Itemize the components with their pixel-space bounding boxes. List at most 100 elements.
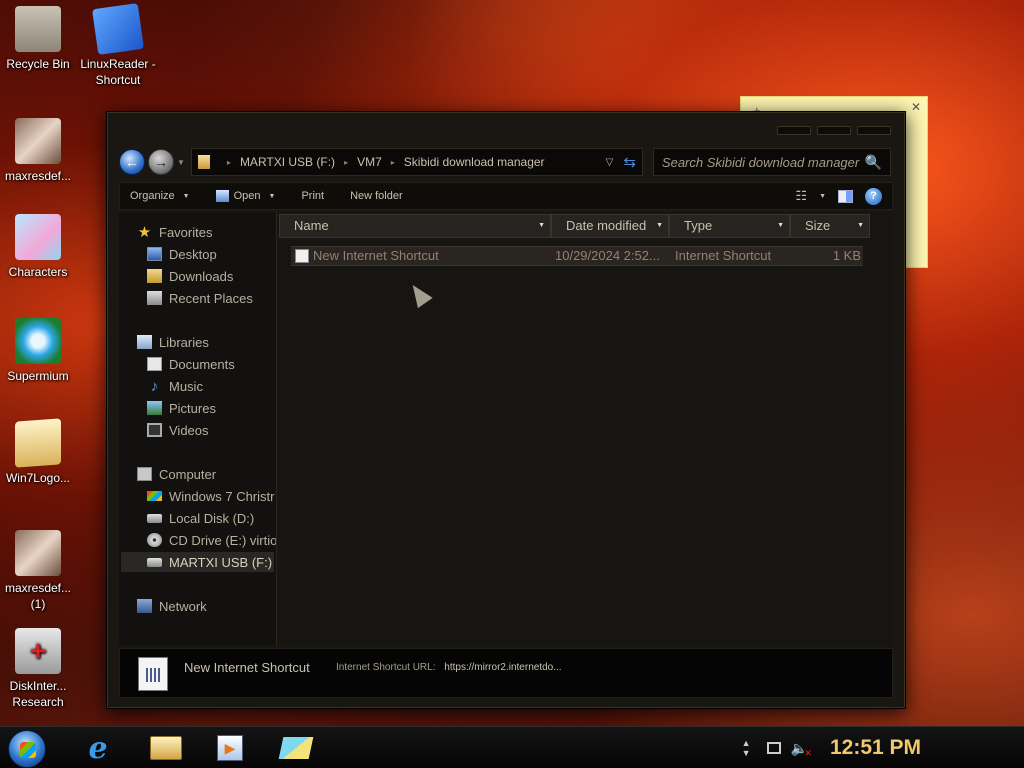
recent-pages-dropdown[interactable]: ▼ [177,158,185,167]
chevron-down-icon: ▼ [182,192,190,200]
close-button[interactable] [857,126,891,135]
column-name[interactable]: Name ▼ [279,214,551,238]
app-icon [278,737,314,759]
nav-network[interactable]: Network [137,596,207,616]
desktop-icon-label: maxresdef... [4,169,72,183]
nav-documents[interactable]: Documents [147,354,235,374]
linuxreader-icon [92,3,144,55]
file-name: New Internet Shortcut [313,248,439,263]
back-button[interactable]: ← [119,149,145,175]
nav-videos[interactable]: Videos [147,420,209,440]
column-label: Type [684,218,713,233]
nav-drive-c[interactable]: Windows 7 Christr [147,486,274,506]
desktop-icon-maxresdefault-1[interactable]: maxresdef... (1) [0,530,76,612]
search-icon[interactable]: 🔍 [864,154,881,171]
nav-computer[interactable]: Computer [137,464,216,484]
nav-label: Pictures [169,400,216,416]
nav-recent-places[interactable]: Recent Places [147,288,253,308]
new-folder-button[interactable]: New folder [350,190,403,202]
file-list-pane[interactable]: Name ▼ Date modified ▼ Type ▼ Size ▼ New… [277,212,893,646]
chevron-down-icon[interactable]: ▼ [538,215,545,237]
image-file-icon [15,214,61,260]
nav-label: Network [159,598,207,614]
desktop-icon-characters[interactable]: Characters [0,214,76,280]
details-pane: New Internet Shortcut Internet Shortcut … [119,648,893,698]
desktop-icon-label: DiskInter... Research [9,679,67,709]
search-input[interactable]: Search Skibidi download manager [662,155,865,170]
documents-icon [147,357,162,371]
pinned-app-button[interactable] [272,731,320,765]
column-label: Date modified [566,218,647,233]
file-row[interactable]: New Internet Shortcut 10/29/2024 2:52...… [291,246,863,266]
nav-favorites[interactable]: ★ Favorites [137,222,213,242]
column-size[interactable]: Size ▼ [790,214,870,238]
chevron-right-icon[interactable]: ▸ [227,158,231,167]
nav-label: Windows 7 Christr [169,488,275,504]
details-url-value[interactable]: https://mirror2.internetdo... [444,662,561,673]
nav-libraries[interactable]: Libraries [137,332,209,352]
details-url-label: Internet Shortcut URL: [336,662,436,673]
system-drive-icon [147,491,162,501]
address-bar[interactable]: ▸ MARTXI USB (F:) ▸ VM7 ▸ Skibidi downlo… [190,148,643,176]
breadcrumb-current[interactable]: Skibidi download manager [404,155,545,169]
refresh-icon[interactable]: ⇆ [623,153,636,171]
forward-button[interactable]: → [148,149,174,175]
internet-explorer-icon: e [88,730,108,766]
windows-explorer-button[interactable] [142,731,190,765]
preview-pane-icon[interactable] [838,189,853,203]
nav-drive-f[interactable]: MARTXI USB (F:) [121,552,274,572]
network-status-icon[interactable] [766,742,781,754]
desktop-icon-recycle-bin[interactable]: Recycle Bin [0,6,76,72]
column-date-modified[interactable]: Date modified ▼ [551,214,669,238]
nav-downloads[interactable]: Downloads [147,266,233,286]
network-icon [137,599,152,613]
print-label: Print [301,190,325,202]
nav-desktop[interactable]: Desktop [147,244,217,264]
print-button[interactable]: Print [301,190,324,202]
change-view-icon[interactable]: ☷ [795,188,807,204]
nav-label: Favorites [159,224,213,240]
folder-icon [150,736,182,760]
chevron-down-icon[interactable]: ▼ [656,215,663,237]
chevron-down-icon[interactable]: ▼ [777,215,784,237]
chevron-right-icon[interactable]: ▸ [344,158,348,167]
minimize-button[interactable] [777,126,811,135]
help-icon[interactable]: ? [865,187,882,205]
chevron-right-icon[interactable]: ▸ [391,158,395,167]
chevron-down-icon[interactable]: ▼ [857,215,864,237]
organize-button[interactable]: Organize ▼ [130,190,190,202]
nav-pictures[interactable]: Pictures [147,398,216,418]
address-history-dropdown[interactable]: ▽ [606,157,614,168]
internet-explorer-button[interactable]: e [74,730,122,766]
desktop-icon-win7logo[interactable]: Win7Logo... [0,418,76,486]
open-button[interactable]: Open ▼ [215,190,275,202]
desktop-icon-linuxreader[interactable]: LinuxReader - Shortcut [80,3,156,88]
details-file-name: New Internet Shortcut [184,660,310,675]
folder-icon [15,418,61,468]
breadcrumb-drive[interactable]: MARTXI USB (F:) [240,155,335,169]
navigation-pane: ★ Favorites Desktop Downloads Recent Pla… [119,212,277,646]
breadcrumb-vm7[interactable]: VM7 [357,155,382,169]
chevron-down-icon[interactable]: ▼ [819,193,826,200]
desktop-icon-diskinternals[interactable]: DiskInter... Research [0,628,76,710]
start-button[interactable] [8,730,46,768]
nav-drive-d[interactable]: Local Disk (D:) [147,508,254,528]
clock[interactable]: 12:51 PM [830,736,1010,760]
maximize-button[interactable] [817,126,851,135]
media-player-button[interactable]: ▶ [206,731,254,765]
nav-label: Downloads [169,268,234,284]
desktop-icon-supermium[interactable]: Supermium [0,318,76,384]
close-icon[interactable]: ✕ [911,100,921,114]
computer-icon [137,467,152,481]
disk-internals-icon [15,628,61,674]
column-type[interactable]: Type ▼ [669,214,790,238]
nav-label: MARTXI USB (F:) [169,554,273,570]
desktop-icon-maxresdefault[interactable]: maxresdef... [0,118,76,184]
show-hidden-icons-icon[interactable]: ▲ ▼ [742,738,751,758]
nav-label: Music [169,378,203,394]
nav-drive-e[interactable]: CD Drive (E:) virtio [147,530,276,550]
volume-muted-icon[interactable]: 🔈 [791,740,813,759]
desktop-icon [147,247,162,261]
search-box[interactable]: Search Skibidi download manager 🔍 [652,148,891,176]
nav-music[interactable]: ♪ Music [147,376,203,396]
